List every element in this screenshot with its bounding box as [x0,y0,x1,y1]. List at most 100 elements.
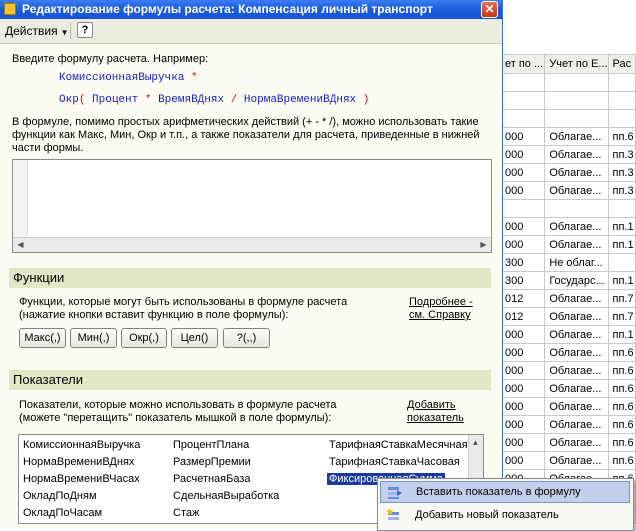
example-paren-close: ) [362,94,370,106]
add-indicator-menu-item[interactable]: Добавить новый показатель [380,505,630,527]
min-function-button[interactable]: Мин(,) [70,328,117,348]
table-cell: пп.6 [607,361,636,380]
indicator-item[interactable]: ТарифнаяСтавкаМесячная [329,439,468,451]
add-indicator-label: Добавить новый показатель [415,509,559,521]
indicator-item[interactable]: ОкладПоЧасам [23,507,102,519]
horizontal-scrollbar[interactable]: ◀ ▶ [13,237,491,252]
example-indicator: КомиссионнаяВыручка [59,72,185,84]
indicator-item[interactable]: ОкладПоДням [23,490,97,502]
functions-description-line-2: (нажатие кнопки вставит функцию в поле ф… [19,309,289,321]
indicators-description-line-1: Показатели, которые можно использовать в… [19,399,337,411]
table-cell [607,199,636,218]
table-cell: Облагае... [544,289,609,308]
table-cell: 000 [499,397,546,416]
condition-function-button[interactable]: ?(,,) [223,328,270,348]
functions-section-header: Функции [9,268,491,288]
help-link-line-2[interactable]: см. Справку [409,309,471,321]
table-cell: 000 [499,325,546,344]
indicator-item[interactable]: Стаж [173,507,199,519]
table-row: 000Облагае...пп.6 [499,415,636,434]
table-cell: 000 [499,343,546,362]
table-cell: 300 [499,271,546,290]
table-cell: Облагае... [544,379,609,398]
table-row: 000Облагае...пп.6 [499,127,636,146]
table-cell: Не облаг... [544,253,609,272]
add-indicator-link-line-2[interactable]: показатель [407,412,464,424]
table-cell: Облагае... [544,235,609,254]
column-header: ет по ... [499,54,546,74]
table-cell: пп.6 [607,433,636,452]
round-function-button[interactable]: Окр(,) [121,328,167,348]
table-cell [607,91,636,110]
table-cell: 300 [499,253,546,272]
help-link[interactable]: Подробнее - [409,296,473,308]
formula-input[interactable]: ◀ ▶ [12,159,492,253]
formula-note-line-3: части формы. [12,142,84,154]
table-cell [499,199,546,218]
table-cell [544,199,609,218]
table-cell: пп.6 [607,379,636,398]
max-function-button[interactable]: Макс(,) [19,328,66,348]
indicator-item[interactable]: ТарифнаяСтавкаЧасовая [329,456,460,468]
table-row [499,73,636,92]
table-row: 300 Государс... пп.1 [499,271,636,290]
formula-prompt: Введите формулу расчета. Например: [12,53,209,65]
table-cell: пп.7 [607,307,636,326]
table-cell: пп.6 [607,127,636,146]
table-cell: 000 [499,127,546,146]
formula-editor-window: Редактирование формулы расчета: Компенса… [0,0,503,529]
indicator-item[interactable]: НормаВремениВДнях [23,456,134,468]
table-cell: Облагае... [544,433,609,452]
table-cell: пп.6 [607,343,636,362]
toolbar-separator [70,23,71,39]
table-cell: пп.1 [607,217,636,236]
table-cell: Облагае... [544,217,609,236]
example-line-1: КомиссионнаяВыручка * [59,72,198,84]
indicator-item[interactable]: ПроцентПлана [173,439,249,451]
table-cell: Облагае... [544,307,609,326]
table-cell: Облагае... [544,163,609,182]
title-bar[interactable]: Редактирование формулы расчета: Компенса… [0,0,502,19]
indicator-item[interactable]: НормаВремениВЧасах [23,473,140,485]
add-indicator-icon [386,508,399,520]
table-cell: Облагае... [544,397,609,416]
close-button[interactable]: ✕ [481,1,498,18]
table-cell: пп.6 [607,415,636,434]
insert-indicator-label: Вставить показатель в формулу [416,486,581,498]
table-cell [544,91,609,110]
table-row: 000 Облагае... пп.3 [499,145,636,164]
actions-menu[interactable]: Действия ▼ [5,23,69,39]
table-cell: пп.7 [607,289,636,308]
context-menu: Вставить показатель в формулу Добавить н… [377,478,634,531]
example-operator: / [230,94,238,106]
table-cell: пп.1 [607,235,636,254]
table-row: 012 Облагае... пп.7 [499,307,636,326]
table-cell: 012 [499,307,546,326]
table-cell: 000 [499,181,546,200]
table-cell [607,73,636,92]
table-cell: 000 [499,451,546,470]
indicator-item[interactable]: СдельнаяВыработка [173,490,279,502]
indicator-item[interactable]: КомиссионнаяВыручка [23,439,140,451]
indicator-item[interactable]: РазмерПремии [173,456,251,468]
column-header: Рас [607,54,636,74]
scroll-right-icon[interactable]: ▶ [477,238,490,251]
table-cell [544,73,609,92]
table-row: 000 Облагае... пп.3 [499,163,636,182]
table-cell: 000 [499,415,546,434]
example-operator: * [144,94,152,106]
scroll-left-icon[interactable]: ◀ [14,238,27,251]
table-cell: 000 [499,217,546,236]
example-line-2: Окр( Процент * ВремяВДнях / НормаВремени… [59,94,369,106]
int-function-button[interactable]: Цел() [171,328,218,348]
insert-indicator-menu-item[interactable]: Вставить показатель в формулу [380,481,630,503]
table-row [499,199,636,218]
help-button[interactable]: ? [77,22,93,38]
actions-menu-label: Действия [5,24,58,38]
table-row: 012 Облагае... пп.7 [499,289,636,308]
scroll-up-icon[interactable]: ▲ [469,436,482,449]
table-cell: пп.3 [607,145,636,164]
formula-note-line-1: В формуле, помимо простых арифметических… [12,116,479,128]
indicator-item[interactable]: РасчетнаяБаза [173,473,251,485]
add-indicator-link[interactable]: Добавить [407,399,456,411]
